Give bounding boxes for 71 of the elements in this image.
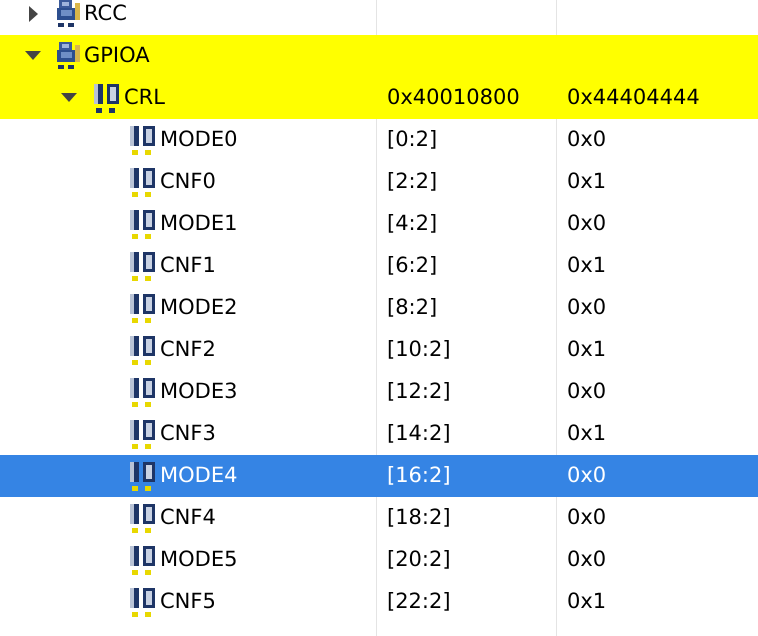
tree-row[interactable]: CNF4 [18:2] 0x0 xyxy=(0,497,758,539)
register-name: MODE4 xyxy=(160,462,238,490)
tree-row[interactable]: RCC xyxy=(0,0,758,35)
binary-icon xyxy=(92,82,122,114)
register-name: MODE1 xyxy=(160,210,238,238)
bit-range-text: [10:2] xyxy=(387,337,451,362)
bit-range-text: [12:2] xyxy=(387,379,451,404)
value-text: 0x0 xyxy=(567,379,606,404)
register-name: MODE3 xyxy=(160,378,238,406)
binary-icon xyxy=(128,124,158,156)
register-name: MODE5 xyxy=(160,546,238,574)
register-name: GPIOA xyxy=(84,42,150,70)
binary-icon xyxy=(128,166,158,198)
value-text: 0x44404444 xyxy=(567,85,700,110)
tree-row[interactable]: CNF2 [10:2] 0x1 xyxy=(0,329,758,371)
binary-icon xyxy=(128,292,158,324)
register-name: CNF0 xyxy=(160,168,216,196)
bit-range-text: [2:2] xyxy=(387,169,438,194)
chip-icon xyxy=(56,41,82,71)
bit-range-text: [6:2] xyxy=(387,253,438,278)
value-text: 0x0 xyxy=(567,505,606,530)
address-text: 0x40010800 xyxy=(387,85,520,110)
chip-icon xyxy=(56,0,82,29)
binary-icon xyxy=(128,334,158,366)
tree-row[interactable]: CNF0 [2:2] 0x1 xyxy=(0,161,758,203)
bit-range-text: [8:2] xyxy=(387,295,438,320)
binary-icon xyxy=(128,418,158,450)
register-name: CRL xyxy=(124,84,165,112)
value-text: 0x0 xyxy=(567,127,606,152)
register-name: CNF2 xyxy=(160,336,216,364)
bit-range-text: [18:2] xyxy=(387,505,451,530)
tree-row[interactable]: MODE4 [16:2] 0x0 xyxy=(0,455,758,497)
value-text: 0x1 xyxy=(567,169,606,194)
bit-range-text: [20:2] xyxy=(387,547,451,572)
register-name: MODE2 xyxy=(160,294,238,322)
tree-row[interactable]: GPIOA xyxy=(0,35,758,77)
tree-row[interactable]: MODE3 [12:2] 0x0 xyxy=(0,371,758,413)
tree-row[interactable]: CNF5 [22:2] 0x1 xyxy=(0,581,758,623)
bit-range-text: [0:2] xyxy=(387,127,438,152)
bit-range-text: [14:2] xyxy=(387,421,451,446)
register-name: MODE0 xyxy=(160,126,238,154)
register-name: CNF1 xyxy=(160,252,216,280)
value-text: 0x0 xyxy=(567,211,606,236)
binary-icon xyxy=(128,460,158,492)
value-text: 0x0 xyxy=(567,547,606,572)
binary-icon xyxy=(128,208,158,240)
register-name: CNF4 xyxy=(160,504,216,532)
binary-icon xyxy=(128,502,158,534)
bit-range-text: [22:2] xyxy=(387,589,451,614)
register-name: CNF3 xyxy=(160,420,216,448)
bit-range-text: [4:2] xyxy=(387,211,438,236)
binary-icon xyxy=(128,586,158,618)
register-name: CNF5 xyxy=(160,588,216,616)
tree-row[interactable]: CNF1 [6:2] 0x1 xyxy=(0,245,758,287)
value-text: 0x0 xyxy=(567,463,606,488)
binary-icon xyxy=(128,544,158,576)
bit-range-text: [16:2] xyxy=(387,463,451,488)
binary-icon xyxy=(128,250,158,282)
tree-row[interactable]: MODE0 [0:2] 0x0 xyxy=(0,119,758,161)
value-text: 0x1 xyxy=(567,421,606,446)
tree-row[interactable]: MODE1 [4:2] 0x0 xyxy=(0,203,758,245)
binary-icon xyxy=(128,376,158,408)
tree-row[interactable]: MODE2 [8:2] 0x0 xyxy=(0,287,758,329)
value-text: 0x1 xyxy=(567,589,606,614)
value-text: 0x0 xyxy=(567,295,606,320)
tree-row[interactable]: MODE5 [20:2] 0x0 xyxy=(0,539,758,581)
value-text: 0x1 xyxy=(567,253,606,278)
tree-row[interactable]: CRL 0x40010800 0x44404444 xyxy=(0,77,758,119)
tree-row[interactable]: CNF3 [14:2] 0x1 xyxy=(0,413,758,455)
register-name: RCC xyxy=(84,0,127,28)
value-text: 0x1 xyxy=(567,337,606,362)
